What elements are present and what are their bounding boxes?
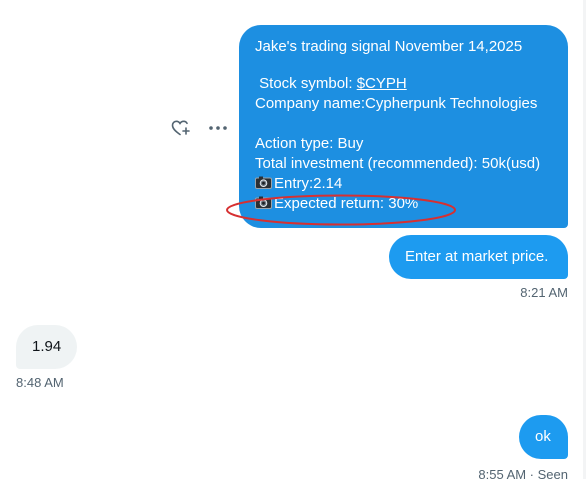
entry-line: Entry:2.14	[255, 174, 558, 194]
camera-icon	[255, 176, 272, 189]
add-reaction-heart-icon[interactable]	[171, 119, 191, 137]
timestamp: 8:48 AM	[16, 375, 64, 390]
stock-symbol-line: Stock symbol: $CYPH	[255, 74, 558, 94]
cashtag-link[interactable]: $CYPH	[357, 75, 407, 92]
action-type-line: Action type: Buy	[255, 135, 364, 152]
timestamp-seen: 8:55 AM · Seen	[478, 467, 568, 479]
more-options-icon[interactable]	[207, 121, 229, 135]
stock-symbol-label: Stock symbol:	[259, 75, 357, 92]
signal-title: Jake's trading signal November 14,2025	[255, 38, 523, 55]
entry-value: Entry:2.14	[274, 175, 343, 192]
message-bubble-ok[interactable]: ok	[519, 415, 568, 459]
total-investment-line: Total investment (recommended): 50k(usd)	[255, 155, 541, 172]
red-annotation-ellipse	[226, 194, 456, 226]
message-bubble-incoming[interactable]: 1.94	[16, 325, 77, 369]
message-bubble-market-price[interactable]: Enter at market price.	[389, 235, 568, 279]
company-name-line: Company name:Cypherpunk Technologies	[255, 95, 538, 112]
timestamp: 8:21 AM	[520, 285, 568, 300]
dm-conversation: Jake's trading signal November 14,2025 S…	[0, 0, 586, 479]
